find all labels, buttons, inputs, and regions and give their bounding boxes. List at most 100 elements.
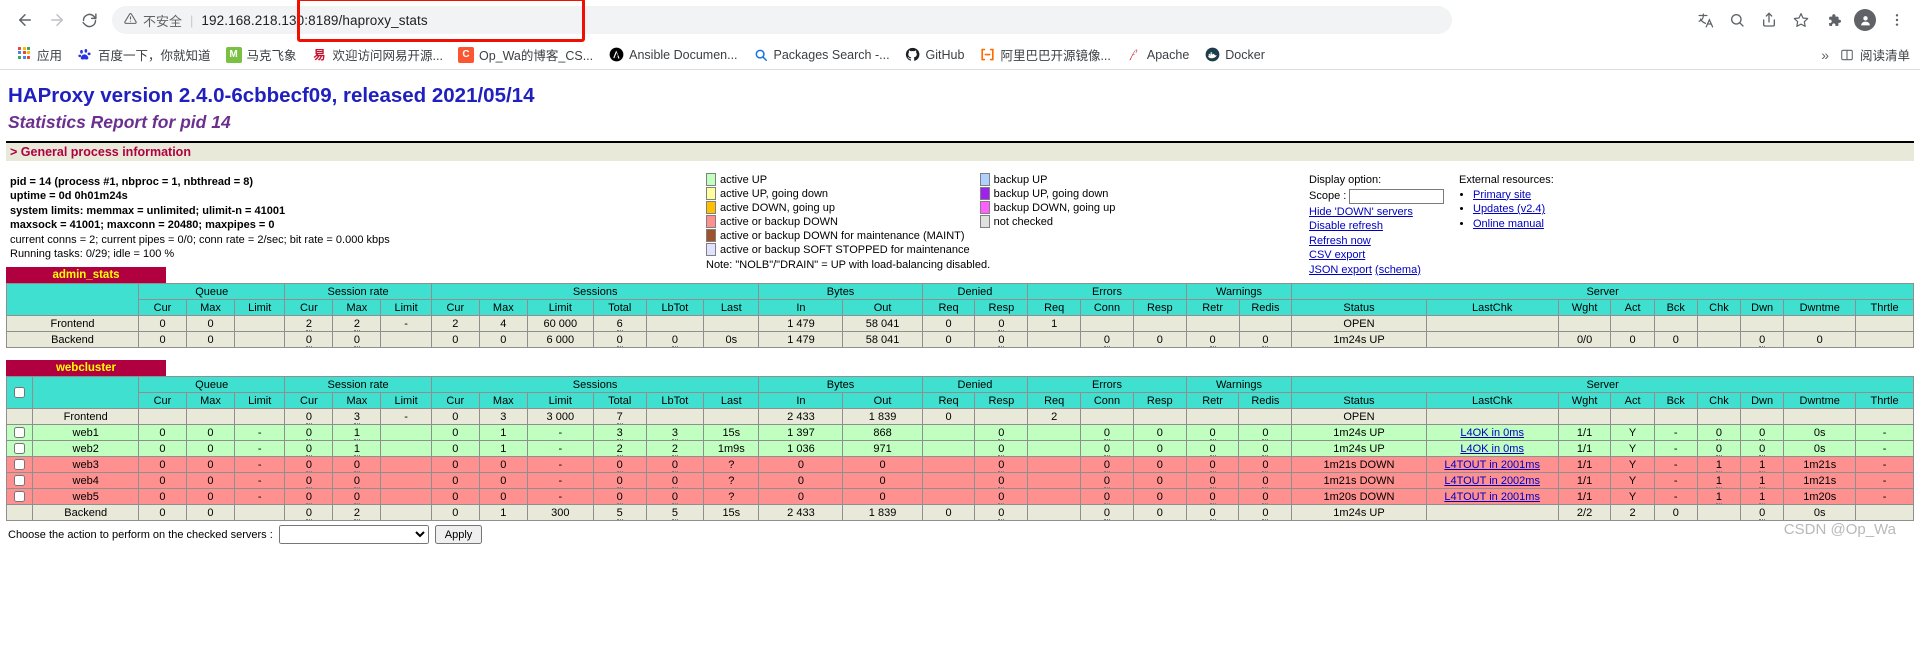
group-errors: Errors <box>1027 376 1187 393</box>
cell-dwn <box>1740 315 1785 332</box>
address-bar[interactable]: 不安全 | 192.168.218.130:8189/haproxy_stats <box>112 6 1452 34</box>
col-sr-max: Max <box>332 299 382 316</box>
lastchk-link[interactable]: L4OK in 0ms <box>1460 443 1524 455</box>
action-label: Choose the action to perform on the chec… <box>8 528 273 541</box>
cell-dwn: 0 <box>1740 424 1785 441</box>
primary-site-link[interactable]: Primary site <box>1473 189 1531 201</box>
extensions-puzzle-icon[interactable] <box>1820 7 1846 33</box>
cell-sr-cur: 2 <box>284 315 334 332</box>
bookmark-github[interactable]: GitHub <box>899 44 971 66</box>
table-body-webcluster: Frontend 0 3-0 3 3 000 7 2 433 1 839 0 2 OPEN web1 0… <box>5 408 1914 521</box>
cell-lastchk <box>1425 315 1559 332</box>
chrome-menu-icon[interactable] <box>1884 7 1910 33</box>
stats-table-webcluster: Queue Session rate Sessions Bytes Denied… <box>5 376 1914 521</box>
disable-refresh-link[interactable]: Disable refresh <box>1309 219 1444 234</box>
cell-w-retr: 0 <box>1185 424 1240 441</box>
row-name: Frontend <box>32 408 139 425</box>
proxy-title[interactable]: admin_stats <box>6 267 166 283</box>
legend-label: active UP, going down <box>720 188 829 200</box>
hide-down-servers-link[interactable]: Hide 'DOWN' servers <box>1309 205 1444 220</box>
bookmark-apache[interactable]: Apache <box>1120 44 1195 66</box>
legend-label: active or backup SOFT STOPPED for mainte… <box>720 244 970 256</box>
lastchk-link[interactable]: L4TOUT in 2001ms <box>1444 491 1540 503</box>
cell-w-redis: 0 <box>1238 504 1293 521</box>
bookmark-docker[interactable]: Docker <box>1198 44 1271 66</box>
table-row: Backend 0 0 0 0 0 0 6 000 0 0 0s 1 479 58 041 0 0 0 0 0 0 1… <box>6 331 1914 348</box>
forward-button[interactable] <box>42 5 72 35</box>
search-tabs-icon[interactable] <box>1724 7 1750 33</box>
lastchk-link[interactable]: L4TOUT in 2001ms <box>1444 459 1540 471</box>
json-schema-link[interactable]: (schema) <box>1375 264 1421 276</box>
cell-lastchk[interactable]: L4TOUT in 2001ms <box>1425 456 1559 473</box>
group-session-rate: Session rate <box>284 376 432 393</box>
cell-dwntme: 0s <box>1783 440 1857 457</box>
cell-e-conn: 0 <box>1080 472 1134 489</box>
bookmark-csdn[interactable]: C Op_Wa的博客_CS... <box>452 42 599 67</box>
cell-value: 0 <box>1209 426 1216 440</box>
bookmark-label: Op_Wa的博客_CS... <box>478 49 594 63</box>
apply-button[interactable]: Apply <box>434 525 483 544</box>
bookmark-netease[interactable]: 易 欢迎访问网易开源... <box>306 42 449 67</box>
row-select-checkbox[interactable] <box>14 443 26 455</box>
cell-dwntme <box>1783 408 1857 425</box>
row-select-checkbox[interactable] <box>14 475 26 487</box>
cell-b-out: 868 <box>842 424 923 441</box>
bookmark-apps[interactable]: 应用 <box>10 42 68 67</box>
bookmark-label: 阿里巴巴开源镜像... <box>1000 49 1111 63</box>
cell-s-total: 5 <box>592 504 647 521</box>
back-button[interactable] <box>10 5 40 35</box>
lastchk-link[interactable]: L4TOUT in 2002ms <box>1444 475 1540 487</box>
bookmarks-bar: 应用 百度一下，你就知道 M 马克飞象 易 欢迎访问网易开源... C Op_W… <box>0 40 1920 70</box>
bookmark-baidu[interactable]: 百度一下，你就知道 <box>71 42 217 67</box>
cell-s-lbtot: 0 <box>645 331 705 348</box>
bookmark-aliyun-mirror[interactable]: 阿里巴巴开源镜像... <box>973 42 1116 67</box>
row-select-checkbox[interactable] <box>14 491 26 503</box>
col-denied-resp: Resp <box>974 299 1029 316</box>
bookmark-maxiang[interactable]: M 马克飞象 <box>220 42 303 67</box>
lastchk-link[interactable]: L4OK in 0ms <box>1460 427 1524 439</box>
row-select-checkbox[interactable] <box>14 459 26 471</box>
bookmarks-overflow-chevron[interactable]: » <box>1821 47 1829 63</box>
scope-input[interactable] <box>1349 188 1445 204</box>
cell-lastchk[interactable]: L4TOUT in 2001ms <box>1425 488 1559 505</box>
csv-export-link[interactable]: CSV export <box>1309 248 1444 263</box>
row-select-checkbox[interactable] <box>14 427 26 439</box>
updates-link[interactable]: Updates (v2.4) <box>1473 203 1545 215</box>
github-icon <box>905 47 921 63</box>
profile-avatar[interactable] <box>1852 7 1878 33</box>
reload-button[interactable] <box>74 5 104 35</box>
select-all-checkbox[interactable] <box>14 387 26 399</box>
table-row: web3 0 0-0 0 0 0-0 0? 0 0 0 0 0 0 0 1m21s DOWN L4TOUT i… <box>5 456 1914 473</box>
cell-s-limit: - <box>526 456 594 473</box>
cell-s-cur: 0 <box>430 504 480 521</box>
reading-list-icon <box>1839 47 1855 63</box>
cell-q-limit: - <box>233 424 286 441</box>
cell-value: 0 <box>353 458 360 472</box>
online-manual-link[interactable]: Online manual <box>1473 218 1544 230</box>
share-icon[interactable] <box>1756 7 1782 33</box>
action-select[interactable] <box>278 525 429 544</box>
bookmark-ansible[interactable]: Ansible Documen... <box>602 44 743 66</box>
cell-value: 2 <box>353 506 360 520</box>
cell-s-lbtot <box>645 315 705 332</box>
cell-sr-max: 0 <box>332 456 382 473</box>
cell-lastchk[interactable]: L4OK in 0ms <box>1425 424 1559 441</box>
cell-value: 0 <box>671 333 678 347</box>
refresh-now-link[interactable]: Refresh now <box>1309 234 1444 249</box>
col-err-resp: Resp <box>1132 299 1187 316</box>
bookmark-star-icon[interactable] <box>1788 7 1814 33</box>
json-export-link[interactable]: JSON export <box>1309 264 1372 276</box>
legend-item: backup UP, going down <box>979 187 1126 201</box>
maxiang-icon: M <box>225 46 242 63</box>
col-srv-thrtle: Thrtle <box>1855 392 1914 409</box>
cell-value: 0 <box>1209 506 1216 520</box>
proxy-title[interactable]: webcluster <box>6 360 166 376</box>
reading-list-button[interactable]: 阅读清单 <box>1839 45 1910 64</box>
cell-lastchk[interactable]: L4TOUT in 2002ms <box>1425 472 1559 489</box>
url-text[interactable]: 192.168.218.130:8189/haproxy_stats <box>201 13 427 28</box>
bookmark-packages-search[interactable]: Packages Search -... <box>747 44 896 66</box>
apps-grid-icon <box>16 46 32 63</box>
col-bytes-out: Out <box>842 392 923 409</box>
translate-icon[interactable] <box>1692 7 1718 33</box>
cell-lastchk[interactable]: L4OK in 0ms <box>1425 440 1559 457</box>
